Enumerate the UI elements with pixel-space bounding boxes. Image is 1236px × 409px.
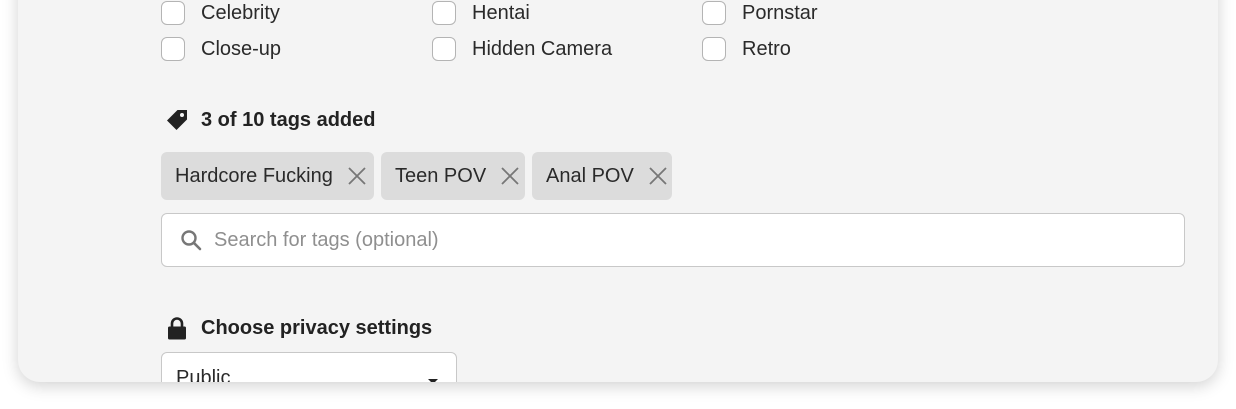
tags-count-text: 3 of 10 tags added (201, 108, 376, 131)
tag-chip: Anal POV (532, 152, 672, 200)
celebrity-checkbox[interactable] (161, 1, 185, 25)
privacy-heading: Choose privacy settings (165, 316, 432, 340)
tag-chip-label: Hardcore Fucking (175, 164, 333, 187)
pornstar-checkbox[interactable] (702, 1, 726, 25)
tags-heading: 3 of 10 tags added (165, 108, 376, 132)
tag-chip: Teen POV (381, 152, 525, 200)
remove-tag-icon[interactable] (347, 165, 367, 187)
category-option-retro[interactable]: Retro (702, 37, 791, 61)
privacy-heading-text: Choose privacy settings (201, 316, 433, 339)
tag-chip: Hardcore Fucking (161, 152, 374, 200)
category-option-pornstar[interactable]: Pornstar (702, 1, 818, 25)
tag-icon (167, 110, 187, 130)
remove-tag-icon[interactable] (500, 165, 520, 187)
remove-tag-icon[interactable] (648, 165, 668, 187)
hidden-camera-checkbox[interactable] (432, 37, 456, 61)
privacy-selected-value: Public (176, 367, 231, 382)
tag-chip-label: Teen POV (395, 164, 487, 187)
search-icon (181, 230, 202, 251)
upload-form-panel: Celebrity Hentai Pornstar Close-up Hidde… (18, 0, 1218, 382)
category-label: Pornstar (742, 1, 818, 24)
category-label: Hidden Camera (472, 37, 613, 60)
tag-search-field[interactable] (161, 213, 1185, 267)
category-option-hidden-camera[interactable]: Hidden Camera (432, 37, 612, 61)
category-label: Hentai (472, 1, 530, 24)
retro-checkbox[interactable] (702, 37, 726, 61)
category-label: Close-up (201, 37, 282, 60)
hentai-checkbox[interactable] (432, 1, 456, 25)
category-label: Celebrity (201, 1, 280, 24)
lock-icon (168, 317, 186, 340)
category-option-celebrity[interactable]: Celebrity (161, 1, 280, 25)
category-option-close-up[interactable]: Close-up (161, 37, 281, 61)
category-option-hentai[interactable]: Hentai (432, 1, 530, 25)
tag-search-input[interactable] (212, 227, 1116, 253)
close-up-checkbox[interactable] (161, 37, 185, 61)
dropdown-caret-icon (428, 379, 438, 382)
category-label: Retro (742, 37, 791, 60)
privacy-select[interactable]: Public (161, 352, 457, 382)
tag-chip-label: Anal POV (546, 164, 634, 187)
